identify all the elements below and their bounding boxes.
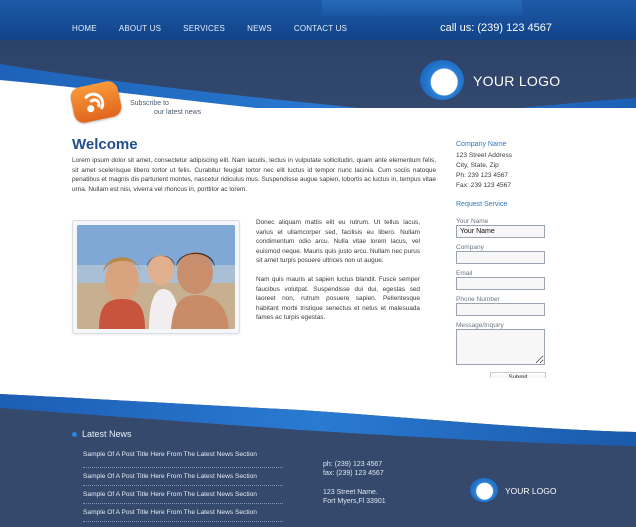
address-line: Ph: 239 123 4567 [456, 172, 509, 179]
nav-about-us[interactable]: ABOUT US [119, 24, 161, 33]
nav-home[interactable]: HOME [72, 24, 97, 33]
name-field[interactable] [456, 225, 545, 238]
nav-services[interactable]: SERVICES [183, 24, 225, 33]
news-item[interactable]: Sample Of A Post Title Here From The Lat… [83, 504, 283, 522]
page-title: Welcome [72, 136, 138, 153]
intro-paragraph: Lorem ipsum dolor sit amet, consectetur … [72, 157, 436, 193]
footer-logo-icon[interactable] [470, 478, 498, 502]
subscribe-line-2: our latest news [154, 109, 202, 116]
latest-news-heading: Latest News [82, 429, 132, 439]
company-field[interactable] [456, 251, 545, 264]
photo-frame [72, 220, 240, 334]
header-phone: call us: (239) 123 4567 [440, 22, 552, 34]
message-field[interactable] [456, 329, 545, 365]
subscribe-line-1: Subscribe to [130, 100, 169, 107]
message-label: Message/Inquiry [456, 322, 504, 329]
address-line: 123 Street Address [456, 152, 513, 159]
phone-label: Phone Number [456, 296, 500, 303]
second-column: Donec aliquam mattis elit eu rutrum. Ut … [256, 218, 420, 323]
company-heading: Company Name [456, 141, 507, 148]
address-line: Fax: 239 123 4567 [456, 182, 511, 189]
phone-field[interactable] [456, 303, 545, 316]
nav-highlight [322, 0, 522, 16]
footer-phone: ph: (239) 123 4567 [323, 461, 383, 468]
nav-contact-us[interactable]: CONTACT US [294, 24, 347, 33]
name-label: Your Name [456, 218, 489, 225]
nav-news[interactable]: NEWS [247, 24, 272, 33]
footer-fax: fax: (239) 123 4567 [323, 470, 384, 477]
footer-address-2: Fort Myers,Fl 33901 [323, 498, 386, 505]
address-line: City, State, Zip [456, 162, 499, 169]
news-bullet-icon [72, 432, 77, 437]
paragraph-2: Donec aliquam mattis elit eu rutrum. Ut … [256, 219, 420, 265]
news-item[interactable]: Sample Of A Post Title Here From The Lat… [83, 450, 283, 468]
request-service-heading: Request Service [456, 201, 508, 208]
news-item[interactable]: Sample Of A Post Title Here From The Lat… [83, 486, 283, 504]
email-label: Email [456, 270, 473, 277]
page: HOME ABOUT US SERVICES NEWS CONTACT US c… [0, 0, 636, 527]
subscribe-text[interactable]: Subscribe to our latest news [130, 99, 201, 117]
email-field[interactable] [456, 277, 545, 290]
company-label: Company [456, 244, 484, 251]
paragraph-3: Nam quis mauris at sapien luctus blandit… [256, 275, 420, 322]
request-service-form: Your Name Company Email Phone Number Mes… [456, 218, 548, 371]
footer-address-1: 123 Street Name. [323, 489, 378, 496]
family-photo [77, 225, 235, 329]
news-list: Sample Of A Post Title Here From The Lat… [83, 450, 283, 522]
news-item[interactable]: Sample Of A Post Title Here From The Lat… [83, 468, 283, 486]
footer-contact: ph: (239) 123 4567 fax: (239) 123 4567 1… [323, 460, 386, 506]
footer-logo-text[interactable]: YOUR LOGO [505, 486, 556, 496]
logo-icon[interactable] [420, 60, 464, 100]
main-nav: HOME ABOUT US SERVICES NEWS CONTACT US [72, 24, 369, 33]
company-info: Company Name 123 Street Address City, St… [456, 141, 552, 191]
logo-text[interactable]: YOUR LOGO [473, 73, 561, 89]
company-address: 123 Street Address City, State, Zip Ph: … [456, 151, 552, 191]
